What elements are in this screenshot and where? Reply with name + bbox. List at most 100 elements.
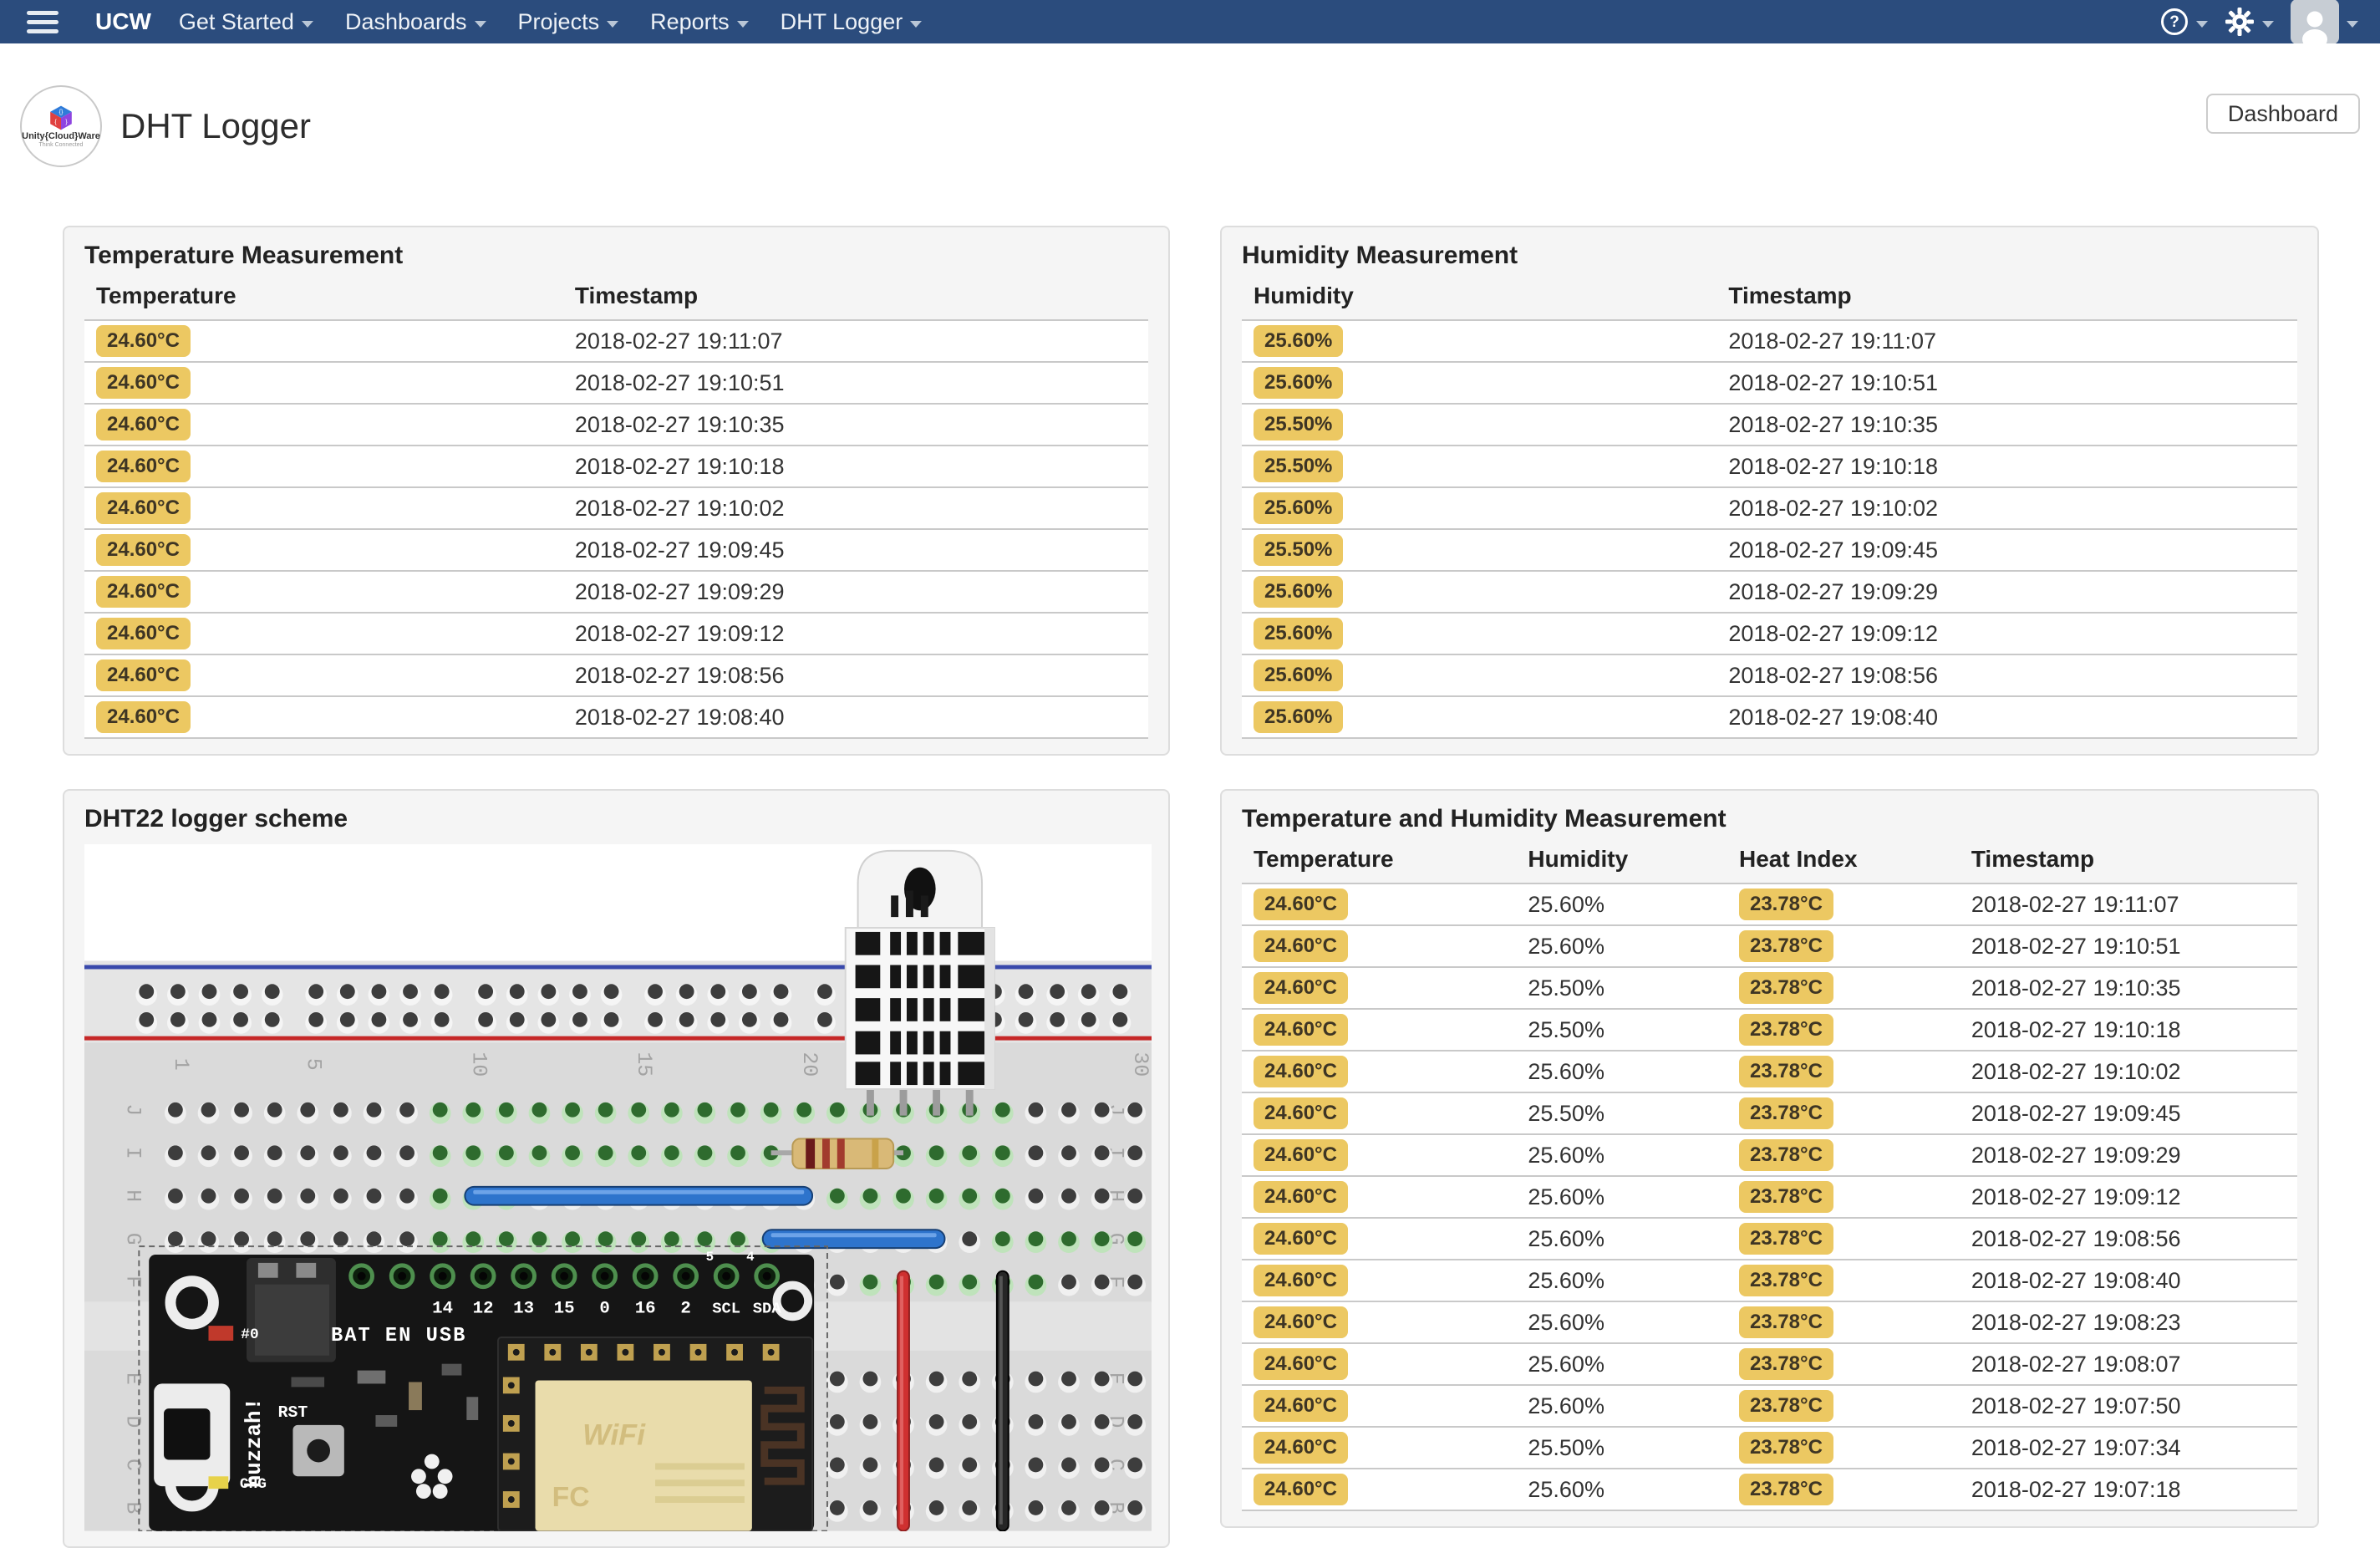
temperature-cell: 24.60°C — [1242, 1301, 1517, 1343]
panel-title: Temperature Measurement — [84, 242, 404, 269]
timestamp-cell: 2018-02-27 19:07:34 — [1959, 1427, 2297, 1469]
heat-index-badge: 23.78°C — [1738, 1181, 1833, 1213]
timestamp-cell: 2018-02-27 19:09:29 — [1959, 1134, 2297, 1176]
user-menu-button[interactable] — [2291, 0, 2358, 44]
value-badge: 25.60% — [1254, 367, 1344, 399]
heat-index-cell: 23.78°C — [1727, 1469, 1960, 1510]
value-badge: 25.60% — [1254, 701, 1344, 733]
table-row: 24.60°C 25.60% 23.78°C 2018-02-27 19:08:07 — [1242, 1343, 2297, 1385]
svg-text:C: C — [120, 1459, 144, 1471]
panel-title: DHT22 logger scheme — [84, 805, 348, 833]
temperature-badge: 24.60°C — [1254, 889, 1348, 920]
heat-index-badge: 23.78°C — [1738, 1348, 1833, 1380]
svg-text:G: G — [120, 1233, 144, 1245]
svg-text:13: 13 — [513, 1299, 534, 1318]
timestamp-cell: 2018-02-27 19:11:07 — [1959, 883, 2297, 925]
temperature-table: Temperature Timestamp 24.60°C 2018-02-27 19… — [84, 281, 1148, 739]
value-badge: 24.60°C — [96, 409, 191, 440]
humidity-cell: 25.50% — [1516, 1092, 1727, 1134]
table-row: 24.60°C 25.60% 23.78°C 2018-02-27 19:07:18 — [1242, 1469, 2297, 1510]
heat-index-badge: 23.78°C — [1738, 930, 1833, 962]
temperature-cell: 24.60°C — [1242, 925, 1517, 967]
svg-text:BAT EN USB: BAT EN USB — [331, 1325, 466, 1347]
svg-text:FC: FC — [552, 1482, 590, 1513]
column-header-timestamp: Timestamp — [574, 283, 699, 308]
heat-index-badge: 23.78°C — [1738, 1474, 1833, 1505]
temperature-cell: 24.60°C — [1242, 1260, 1517, 1301]
timestamp-cell: 2018-02-27 19:07:18 — [1959, 1469, 2297, 1510]
heat-index-cell: 23.78°C — [1727, 1427, 1960, 1469]
cube-logo-icon: {} { } — [50, 105, 72, 130]
timestamp-cell: 2018-02-27 19:10:18 — [562, 446, 1148, 487]
heat-index-badge: 23.78°C — [1738, 1097, 1833, 1129]
timestamp-cell: 2018-02-27 19:10:51 — [1716, 362, 2297, 404]
timestamp-cell: 2018-02-27 19:09:12 — [562, 613, 1148, 654]
nav-item-dashboards[interactable]: Dashboards — [345, 9, 486, 35]
menu-toggle-button[interactable] — [27, 10, 58, 33]
value-cell: 24.60°C — [84, 320, 563, 362]
temperature-cell: 24.60°C — [1242, 883, 1517, 925]
svg-text:#0: #0 — [241, 1326, 258, 1343]
svg-text:J: J — [120, 1103, 144, 1116]
caret-down-icon — [2262, 20, 2274, 28]
help-menu-button[interactable]: ? — [2160, 8, 2208, 36]
value-cell: 24.60°C — [84, 446, 563, 487]
table-row: 24.60°C 2018-02-27 19:10:18 — [84, 446, 1148, 487]
nav-item-get-started[interactable]: Get Started — [179, 9, 313, 35]
svg-text:5: 5 — [706, 1250, 715, 1265]
value-cell: 25.50% — [1242, 446, 1717, 487]
logo-text: Unity{Cloud}Ware — [22, 131, 100, 141]
settings-menu-button[interactable] — [2225, 7, 2274, 37]
table-row: 25.60% 2018-02-27 19:09:29 — [1242, 571, 2297, 613]
value-cell: 24.60°C — [84, 654, 563, 696]
table-row: 24.60°C 2018-02-27 19:10:35 — [84, 404, 1148, 446]
value-badge: 24.60°C — [96, 576, 191, 608]
value-cell: 25.60% — [1242, 654, 1717, 696]
panel-dht22-scheme: DHT22 logger scheme 151015202530JJIIHHGG… — [63, 789, 1170, 1548]
value-cell: 24.60°C — [84, 696, 563, 738]
svg-text:I: I — [120, 1147, 144, 1159]
table-row: 24.60°C 25.60% 23.78°C 2018-02-27 19:08:56 — [1242, 1218, 2297, 1260]
timestamp-cell: 2018-02-27 19:08:56 — [1716, 654, 2297, 696]
table-row: 25.60% 2018-02-27 19:09:12 — [1242, 613, 2297, 654]
table-row: 25.60% 2018-02-27 19:08:56 — [1242, 654, 2297, 696]
value-badge: 25.60% — [1254, 618, 1344, 649]
heat-index-cell: 23.78°C — [1727, 1260, 1960, 1301]
timestamp-cell: 2018-02-27 19:08:56 — [1959, 1218, 2297, 1260]
navbar-menu: Get Started Dashboards Projects Reports DHT … — [163, 9, 938, 35]
heat-index-badge: 23.78°C — [1738, 1265, 1833, 1296]
table-row: 25.50% 2018-02-27 19:09:45 — [1242, 529, 2297, 571]
value-badge: 25.60% — [1254, 659, 1344, 691]
temperature-badge: 24.60°C — [1254, 1056, 1348, 1087]
nav-item-projects[interactable]: Projects — [518, 9, 619, 35]
column-header-temperature: Temperature — [96, 283, 236, 308]
value-badge: 25.60% — [1254, 576, 1344, 608]
column-header-timestamp: Timestamp — [1971, 846, 2095, 872]
column-header-humidity: Humidity — [1254, 283, 1354, 308]
svg-text:D: D — [120, 1416, 144, 1428]
value-cell: 24.60°C — [84, 487, 563, 529]
svg-text:huzzah!: huzzah! — [242, 1398, 267, 1488]
svg-text:10: 10 — [466, 1052, 490, 1077]
nav-item-dht-logger[interactable]: DHT Logger — [781, 9, 923, 35]
temperature-cell: 24.60°C — [1242, 1427, 1517, 1469]
caret-down-icon — [2347, 20, 2358, 28]
value-badge: 24.60°C — [96, 534, 191, 566]
nav-item-reports[interactable]: Reports — [650, 9, 749, 35]
timestamp-cell: 2018-02-27 19:10:02 — [1959, 1051, 2297, 1092]
brand-link[interactable]: UCW — [95, 8, 151, 35]
heat-index-badge: 23.78°C — [1738, 972, 1833, 1004]
table-row: 24.60°C 2018-02-27 19:10:51 — [84, 362, 1148, 404]
dashboard-button[interactable]: Dashboard — [2205, 94, 2360, 134]
svg-text:SDA: SDA — [753, 1299, 782, 1317]
timestamp-cell: 2018-02-27 19:09:45 — [562, 529, 1148, 571]
table-row: 24.60°C 25.60% 23.78°C 2018-02-27 19:10:02 — [1242, 1051, 2297, 1092]
app-logo[interactable]: {} { } Unity{Cloud}Ware Think Connected — [20, 85, 102, 167]
svg-text:14: 14 — [432, 1299, 453, 1318]
avatar — [2291, 0, 2339, 44]
timestamp-cell: 2018-02-27 19:11:07 — [562, 320, 1148, 362]
value-cell: 24.60°C — [84, 571, 563, 613]
table-row: 25.60% 2018-02-27 19:11:07 — [1242, 320, 2297, 362]
timestamp-cell: 2018-02-27 19:08:23 — [1959, 1301, 2297, 1343]
table-row: 24.60°C 2018-02-27 19:08:56 — [84, 654, 1148, 696]
